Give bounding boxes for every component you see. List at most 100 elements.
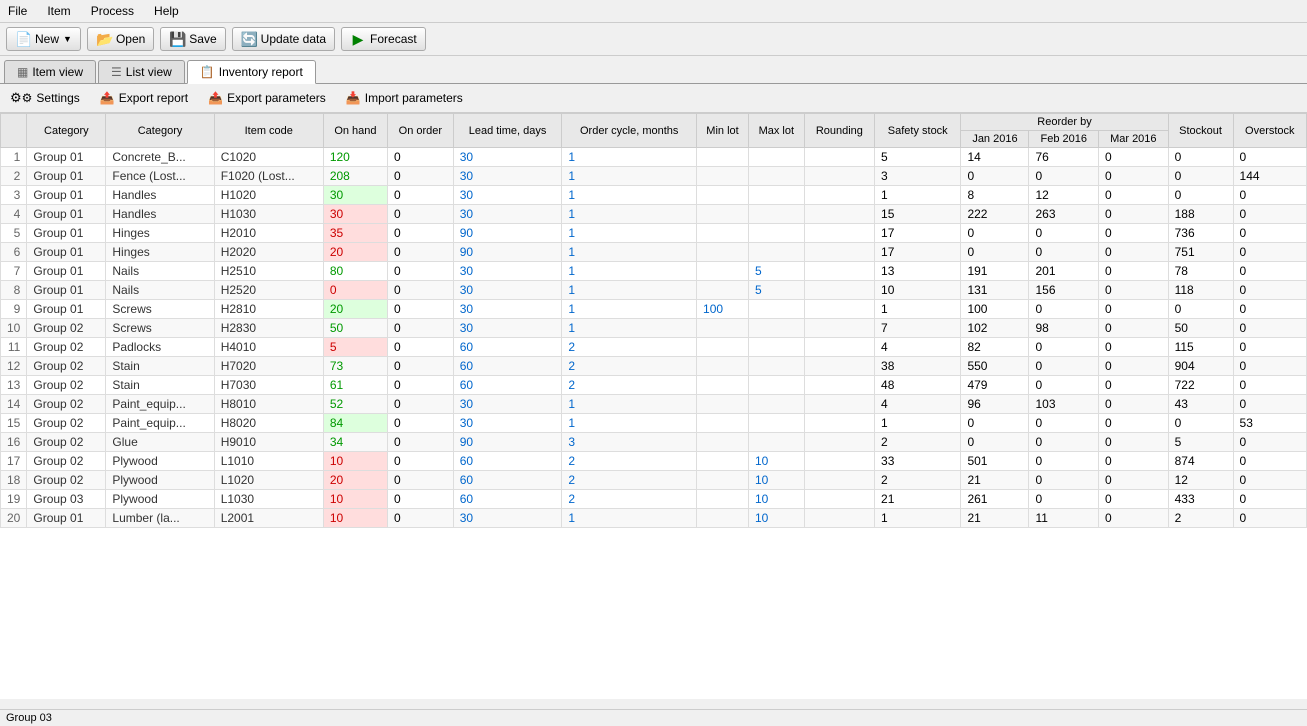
cell-cat1: Group 02 [27,471,106,490]
cell-cat2: Handles [106,205,214,224]
cell-cat1: Group 02 [27,376,106,395]
cell-cat2: Plywood [106,452,214,471]
cell-minlot [697,376,749,395]
cell-rounding [804,452,874,471]
col-header-feb2016: Feb 2016 [1029,131,1099,148]
table-row: 17 Group 02 Plywood L1010 10 0 60 2 10 3… [1,452,1307,471]
cell-safety: 5 [875,148,961,167]
inventory-table-container[interactable]: Category Category Item code On hand On o… [0,113,1307,699]
cell-rounding [804,148,874,167]
cell-minlot [697,205,749,224]
cell-onhand: 52 [323,395,387,414]
col-header-maxlot: Max lot [748,114,804,148]
table-row: 14 Group 02 Paint_equip... H8010 52 0 30… [1,395,1307,414]
cell-rounding [804,376,874,395]
col-header-cat2: Category [106,114,214,148]
inventory-report-icon [200,65,215,79]
cell-rownum: 6 [1,243,27,262]
cell-rounding [804,338,874,357]
cell-overstock: 0 [1233,433,1306,452]
tab-inventory-report[interactable]: Inventory report [187,60,316,84]
forecast-button[interactable]: Forecast [341,27,426,51]
cell-overstock: 0 [1233,509,1306,528]
cell-rounding [804,262,874,281]
export-report-button[interactable]: 📤 Export report [96,89,192,107]
cell-cat2: Nails [106,262,214,281]
cell-stockout: 5 [1168,433,1233,452]
cell-cycle: 1 [562,148,697,167]
settings-button[interactable]: ⚙ Settings [6,88,84,108]
cell-cycle: 2 [562,357,697,376]
cell-rownum: 2 [1,167,27,186]
menu-help[interactable]: Help [150,2,183,20]
cell-feb: 0 [1029,357,1099,376]
tab-list-view[interactable]: List view [98,60,185,83]
cell-cycle: 3 [562,433,697,452]
cell-rounding [804,319,874,338]
new-icon [15,31,31,47]
cell-mar: 0 [1099,148,1169,167]
cell-cycle: 1 [562,395,697,414]
cell-cat2: Handles [106,186,214,205]
cell-overstock: 0 [1233,319,1306,338]
cell-onorder: 0 [388,205,454,224]
cell-cat2: Lumber (la... [106,509,214,528]
import-parameters-button[interactable]: 📥 Import parameters [342,89,467,107]
export-parameters-button[interactable]: 📤 Export parameters [204,89,330,107]
menu-file[interactable]: File [4,2,31,20]
cell-maxlot: 10 [748,490,804,509]
cell-minlot [697,433,749,452]
cell-cat2: Stain [106,376,214,395]
col-header-stockout: Stockout [1168,114,1233,148]
table-row: 16 Group 02 Glue H9010 34 0 90 3 2 0 0 0… [1,433,1307,452]
cell-onhand: 73 [323,357,387,376]
update-button[interactable]: Update data [232,27,335,51]
cell-feb: 201 [1029,262,1099,281]
col-header-onhand: On hand [323,114,387,148]
cell-minlot [697,509,749,528]
cell-rounding [804,414,874,433]
cell-lead: 60 [453,357,562,376]
cell-lead: 30 [453,167,562,186]
table-row: 2 Group 01 Fence (Lost... F1020 (Lost...… [1,167,1307,186]
tab-item-view[interactable]: Item view [4,60,96,83]
cell-stockout: 0 [1168,186,1233,205]
cell-rownum: 7 [1,262,27,281]
table-row: 13 Group 02 Stain H7030 61 0 60 2 48 479… [1,376,1307,395]
cell-rounding [804,281,874,300]
cell-rownum: 3 [1,186,27,205]
table-row: 8 Group 01 Nails H2520 0 0 30 1 5 10 131… [1,281,1307,300]
cell-cycle: 2 [562,338,697,357]
cell-cat2: Nails [106,281,214,300]
cell-cat1: Group 01 [27,281,106,300]
cell-jan: 501 [961,452,1029,471]
statusbar-group: Group 03 [6,712,52,724]
cell-cat1: Group 01 [27,167,106,186]
menu-process[interactable]: Process [87,2,138,20]
save-button[interactable]: Save [160,27,225,51]
cell-feb: 12 [1029,186,1099,205]
cell-safety: 38 [875,357,961,376]
tabs-bar: Item view List view Inventory report [0,56,1307,84]
menu-item[interactable]: Item [43,2,74,20]
cell-itemcode: H2520 [214,281,323,300]
cell-feb: 0 [1029,224,1099,243]
cell-feb: 0 [1029,300,1099,319]
cell-overstock: 0 [1233,376,1306,395]
cell-feb: 0 [1029,414,1099,433]
cell-cycle: 1 [562,243,697,262]
cell-cat2: Plywood [106,471,214,490]
cell-jan: 96 [961,395,1029,414]
cell-feb: 0 [1029,471,1099,490]
table-row: 5 Group 01 Hinges H2010 35 0 90 1 17 0 0… [1,224,1307,243]
cell-overstock: 0 [1233,452,1306,471]
cell-safety: 1 [875,186,961,205]
cell-onorder: 0 [388,186,454,205]
col-header-onorder: On order [388,114,454,148]
cell-minlot [697,167,749,186]
cell-maxlot [748,433,804,452]
cell-safety: 4 [875,338,961,357]
open-button[interactable]: Open [87,27,154,51]
col-header-reorderby: Reorder by [961,114,1168,131]
new-button[interactable]: New ▼ [6,27,81,51]
